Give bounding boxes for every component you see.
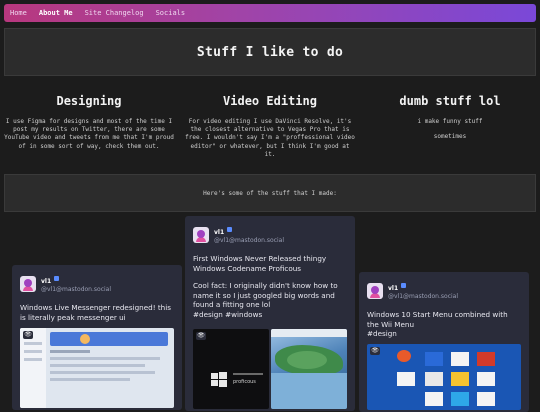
author-name[interactable]: vl1 — [41, 278, 51, 285]
top-nav: Home About Me Site Changelog Socials — [4, 4, 536, 22]
eye-icon[interactable]: 👁 — [370, 347, 380, 355]
avatar[interactable] — [193, 227, 209, 243]
showcase-intro-text: Here's some of the stuff that I made: — [203, 189, 337, 197]
author-handle[interactable]: @vl1@mastodon.social — [388, 293, 458, 301]
bot-badge-icon — [227, 227, 233, 232]
post-media-image-left[interactable]: proficous 👁 — [193, 329, 269, 409]
author-name[interactable]: vl1 — [388, 285, 398, 292]
column-text: I use Figma for designs and most of the … — [4, 118, 174, 150]
column-dumb-stuff: dumb stuff lol i make funny stuff someti… — [365, 94, 535, 141]
bot-badge-icon — [54, 276, 60, 281]
column-title: Video Editing — [223, 94, 317, 108]
eye-icon[interactable]: 👁 — [23, 331, 33, 339]
column-text-secondary: sometimes — [433, 133, 467, 141]
post-card-start-menu[interactable]: vl1 @vl1@mastodon.social Windows 10 Star… — [359, 272, 529, 412]
hero-banner: Stuff I like to do — [4, 28, 536, 76]
column-title: dumb stuff lol — [399, 94, 501, 108]
media-caption: proficous — [233, 379, 256, 385]
nav-link-socials[interactable]: Socials — [156, 9, 186, 17]
post-media-image[interactable]: 👁 — [20, 328, 174, 408]
post-media-image[interactable]: 👁 — [367, 344, 521, 410]
post-text: First Windows Never Released thingy Wind… — [193, 254, 327, 273]
post-hashtags[interactable]: #design #windows — [193, 310, 347, 320]
avatar[interactable] — [20, 276, 36, 292]
column-video-editing: Video Editing For video editing I use Da… — [185, 94, 355, 159]
page-title: Stuff I like to do — [196, 44, 344, 60]
post-text: Windows 10 Start Menu combined with the … — [367, 310, 508, 329]
showcase-intro: Here's some of the stuff that I made: — [4, 174, 536, 212]
column-designing: Designing I use Figma for designs and mo… — [4, 94, 174, 151]
post-card-messenger[interactable]: vl1 @vl1@mastodon.social Windows Live Me… — [12, 265, 182, 410]
column-text: i make funny stuff — [417, 118, 483, 125]
eye-icon[interactable]: 👁 — [196, 332, 206, 340]
author-handle[interactable]: @vl1@mastodon.social — [214, 237, 284, 245]
post-text: Windows Live Messenger redesigned! this … — [20, 303, 171, 322]
post-header: vl1 @vl1@mastodon.social — [367, 281, 521, 301]
post-text-secondary: Cool fact: I originally didn't know how … — [193, 281, 338, 310]
nav-link-about-me[interactable]: About Me — [39, 9, 73, 17]
bot-badge-icon — [401, 283, 407, 288]
post-card-proficous[interactable]: vl1 @vl1@mastodon.social First Windows N… — [185, 216, 355, 411]
column-title: Designing — [56, 94, 122, 108]
author-name[interactable]: vl1 — [214, 229, 224, 236]
post-header: vl1 @vl1@mastodon.social — [20, 274, 174, 294]
post-header: vl1 @vl1@mastodon.social — [193, 225, 347, 245]
author-handle[interactable]: @vl1@mastodon.social — [41, 286, 111, 294]
avatar[interactable] — [367, 283, 383, 299]
post-media-image-right[interactable] — [271, 329, 347, 409]
post-hashtags[interactable]: #design — [367, 329, 521, 339]
column-text: For video editing I use DaVinci Resolve,… — [185, 118, 355, 158]
nav-link-home[interactable]: Home — [10, 9, 27, 17]
nav-link-site-changelog[interactable]: Site Changelog — [85, 9, 144, 17]
